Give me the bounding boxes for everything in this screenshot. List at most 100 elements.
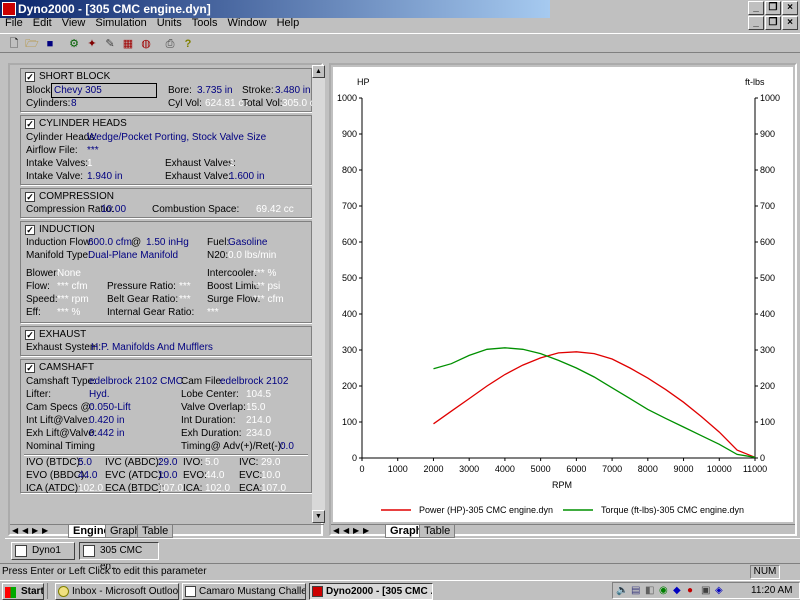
taskbar-dyno2000[interactable]: Dyno2000 - [305 CMC ... [309, 583, 433, 600]
menu-edit[interactable]: Edit [28, 15, 57, 31]
print-icon[interactable]: ⎙ [162, 36, 178, 52]
exhaust-system-value[interactable]: H.P. Manifolds And Mufflers [91, 342, 213, 354]
tray-app-icon-5[interactable]: ▣ [701, 583, 710, 598]
graph-tab-first-icon[interactable]: ◀ [333, 526, 339, 535]
open-icon[interactable]: 🗁 [24, 36, 40, 52]
cylinders-value[interactable]: 8 [71, 98, 77, 110]
x-axis-label: RPM [552, 480, 572, 490]
menu-simulation[interactable]: Simulation [90, 15, 151, 31]
tab-table-right[interactable]: Table [419, 525, 456, 538]
start-button[interactable]: Start [2, 583, 44, 600]
menu-units[interactable]: Units [152, 15, 187, 31]
graph-tab-next-icon[interactable]: ▶ [353, 526, 359, 535]
save-icon[interactable]: ■ [42, 36, 58, 52]
tray-app-icon-2[interactable]: ◉ [659, 583, 668, 598]
tab-prev-icon[interactable]: ◀ [22, 526, 28, 535]
exhaust-checkbox[interactable]: ✓ [25, 330, 35, 340]
evo-bbdc-value[interactable]: 44.0 [78, 470, 97, 482]
tray-app-icon[interactable]: ◧ [645, 583, 654, 598]
int-duration-value: 214.0 [246, 415, 272, 426]
app-icon [2, 2, 16, 16]
int-duration-label: Int Duration: [181, 415, 236, 426]
ivc-label: IVC: [239, 457, 259, 468]
cam-specs-value[interactable]: 0.050-Lift [89, 402, 131, 414]
y-tick-label-left: 0 [352, 453, 357, 463]
timing-value[interactable]: 0.0 [280, 441, 294, 453]
gauge-icon[interactable]: ◍ [138, 36, 154, 52]
doc-minimize-icon[interactable]: _ [748, 16, 764, 30]
graph-tab-prev-icon[interactable]: ◀ [343, 526, 349, 535]
manifold-value[interactable]: Dual-Plane Manifold [88, 250, 178, 262]
tool-icon[interactable]: ✦ [84, 36, 100, 52]
exh-lift-value[interactable]: 0.442 in [89, 428, 125, 440]
evc-atdc-value[interactable]: 10.0 [158, 470, 177, 482]
scroll-up-icon[interactable]: ▲ [312, 65, 325, 78]
mdi-window-dyno1[interactable]: Dyno1 [11, 542, 75, 560]
lifter-value[interactable]: Hyd. [89, 389, 110, 401]
menu-view[interactable]: View [57, 15, 91, 31]
block-field[interactable]: Chevy 305 [51, 83, 157, 98]
minimize-icon[interactable]: _ [748, 1, 764, 15]
doc-close-icon[interactable]: × [782, 16, 798, 30]
tab-next-icon[interactable]: ▶ [32, 526, 38, 535]
cam-file-value[interactable]: edelbrock 2102 [220, 376, 288, 388]
camshaft-type-value[interactable]: edelbrock 2102 CMC [89, 376, 183, 388]
airflow-label: Airflow File: [26, 145, 78, 156]
induction-flow-value[interactable]: 600.0 cfm [88, 237, 132, 249]
taskbar-outlook[interactable]: Inbox - Microsoft Outlook [55, 583, 179, 600]
flow-at-value[interactable]: 1.50 inHg [146, 237, 189, 249]
compression-checkbox[interactable]: ✓ [25, 192, 35, 202]
wrench-icon[interactable]: ✎ [102, 36, 118, 52]
close-icon[interactable]: × [782, 1, 798, 15]
menu-file[interactable]: File [0, 15, 28, 31]
tab-table-left[interactable]: Table [137, 525, 174, 538]
x-tick-label: 11000 [743, 464, 767, 474]
scroll-down-icon[interactable]: ▼ [312, 510, 325, 523]
new-icon[interactable]: 🗋 [6, 36, 22, 52]
cylinder-heads-checkbox[interactable]: ✓ [25, 119, 35, 129]
bore-value[interactable]: 3.735 in [197, 85, 233, 97]
internal-gear-value: *** [207, 307, 219, 318]
graph-tab-last-icon[interactable]: ▶ [363, 526, 369, 535]
network-icon[interactable]: ▤ [631, 583, 640, 598]
airflow-value[interactable]: *** [87, 145, 99, 157]
heads-value[interactable]: Wedge/Pocket Porting, Stock Valve Size [87, 132, 266, 144]
int-lift-value[interactable]: 0.420 in [89, 415, 125, 427]
restore-icon[interactable]: ❐ [765, 1, 781, 15]
x-tick-label: 9000 [674, 464, 694, 474]
induction-checkbox[interactable]: ✓ [25, 225, 35, 235]
stroke-value[interactable]: 3.480 in [275, 85, 311, 97]
tray-app-icon-6[interactable]: ◈ [715, 583, 723, 598]
intake-valve-value[interactable]: 1.940 in [87, 171, 123, 183]
ivo-btdc-value[interactable]: 5.0 [78, 457, 92, 469]
taskbar-camaro[interactable]: Camaro Mustang Challen... [182, 583, 306, 600]
mdi-window-305cmc[interactable]: 305 CMC en... [79, 542, 159, 572]
ivc-abdc-label: IVC (ABDC): [105, 457, 162, 468]
exhaust-valve-value[interactable]: 1.600 in [229, 171, 265, 183]
tab-last-icon[interactable]: ▶ [42, 526, 48, 535]
y-tick-label-left: 300 [342, 345, 357, 355]
tab-first-icon[interactable]: ◀ [12, 526, 18, 535]
short-block-checkbox[interactable]: ✓ [25, 72, 35, 82]
speaker-icon[interactable]: 🔈 [616, 583, 628, 598]
help-icon[interactable]: ? [180, 36, 196, 52]
compression-ratio-value[interactable]: 10.00 [101, 204, 126, 216]
menu-tools[interactable]: Tools [187, 15, 223, 31]
windows-logo-icon [5, 587, 16, 598]
tray-app-icon-3[interactable]: ◆ [673, 583, 681, 598]
compression-header: ✓ COMPRESSION [23, 190, 114, 203]
chart-icon[interactable]: ▦ [120, 36, 136, 52]
menu-help[interactable]: Help [272, 15, 305, 31]
camshaft-checkbox[interactable]: ✓ [25, 363, 35, 373]
lobe-center-label: Lobe Center: [181, 389, 239, 400]
pressure-label: Pressure Ratio: [107, 281, 176, 292]
ivc-abdc-value[interactable]: 29.0 [158, 457, 177, 469]
run-icon[interactable]: ⚙ [66, 36, 82, 52]
engine-panel-scrollbar[interactable]: ▲ ▼ [312, 65, 325, 523]
menu-window[interactable]: Window [222, 15, 271, 31]
fuel-value[interactable]: Gasoline [228, 237, 267, 249]
eff-label: Eff: [26, 307, 41, 318]
doc-restore-icon[interactable]: ❐ [765, 16, 781, 30]
tray-app-icon-4[interactable]: ● [687, 583, 693, 598]
cam-divider [24, 454, 308, 456]
